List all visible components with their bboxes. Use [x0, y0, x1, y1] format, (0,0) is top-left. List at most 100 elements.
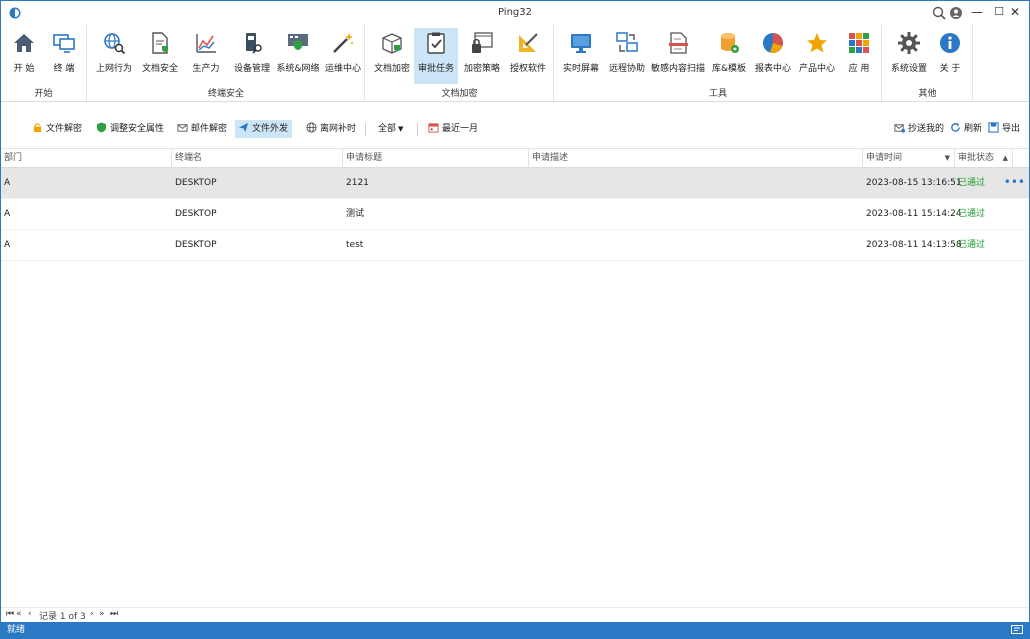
user-shield-icon[interactable]: [948, 5, 964, 21]
gear-icon: [898, 32, 920, 54]
send-icon: [238, 122, 249, 133]
export-button[interactable]: 导出: [985, 120, 1024, 138]
last-page-button[interactable]: ⏭: [110, 609, 118, 619]
ribbon-remote-assist-button[interactable]: 远程协助: [605, 28, 649, 84]
web-behavior-icon: [104, 33, 126, 55]
ribbon-report-center-button[interactable]: 报表中心: [751, 28, 795, 84]
search-icon[interactable]: [931, 5, 947, 21]
prev-page-group-button[interactable]: «: [16, 609, 22, 619]
authorized-software-icon: [519, 33, 538, 52]
device-management-icon: [246, 33, 262, 54]
ribbon-group-endpoint-security: 上网行为 文档安全 生产力 设备管理 系统&网络 运维中心 终端安全: [88, 25, 365, 102]
first-page-button[interactable]: ⏮: [6, 609, 14, 619]
ribbon-home-button[interactable]: 开 始: [3, 28, 45, 84]
column-header-department[interactable]: 部门: [1, 149, 172, 168]
ribbon-group-label: 工具: [708, 89, 727, 99]
next-page-button[interactable]: ›: [90, 609, 94, 619]
close-button[interactable]: ✕: [1001, 1, 1029, 25]
status-filter-dropdown[interactable]: 全部 ▼: [375, 120, 407, 138]
refresh-icon: [951, 122, 960, 132]
ribbon-system-settings-button[interactable]: 系统设置: [887, 28, 931, 84]
ribbon-document-security-button[interactable]: 文档安全: [138, 28, 182, 84]
prev-page-button[interactable]: ‹: [28, 609, 32, 619]
star-icon: [807, 33, 827, 53]
productivity-chart-icon: [196, 34, 216, 53]
cc-icon: [894, 124, 905, 133]
mail-icon: [177, 124, 188, 132]
ribbon-web-behavior-button[interactable]: 上网行为: [92, 28, 136, 84]
action-toolbar: 文件解密 调整安全属性 邮件解密 文件外发 离网补时 全部 ▼ 最近一月 抄送我的…: [1, 117, 1029, 141]
column-header-status[interactable]: 审批状态 ▲: [955, 149, 1013, 168]
ribbon-approval-task-button[interactable]: 审批任务: [414, 28, 458, 84]
ribbon-library-template-button[interactable]: 库&模板: [707, 28, 751, 84]
ribbon-sensitive-scan-button[interactable]: 敏感内容扫描: [651, 28, 705, 84]
ribbon-group-label: 其他: [918, 89, 937, 99]
app-window: Ping32 — ☐ ✕ 开 始 终 端 开始 上网行为 文档安全 生产力 设备…: [0, 0, 1030, 639]
calendar-icon: [428, 123, 439, 133]
window-title: Ping32: [498, 7, 532, 18]
ribbon-terminal-button[interactable]: 终 端: [43, 28, 85, 84]
cc-to-me-button[interactable]: 抄送我的: [891, 120, 948, 138]
document-security-icon: [152, 32, 168, 54]
info-icon: [940, 33, 960, 53]
file-decrypt-button[interactable]: 文件解密: [29, 120, 86, 138]
ribbon-device-management-button[interactable]: 设备管理: [230, 28, 274, 84]
offline-extension-button[interactable]: 离网补时: [303, 120, 360, 138]
database-icon: [721, 33, 739, 53]
shield-icon: [96, 122, 107, 133]
ribbon-about-button[interactable]: 关 于: [929, 28, 971, 84]
ribbon-product-center-button[interactable]: 产品中心: [795, 28, 839, 84]
chevron-down-icon: ▼: [398, 125, 404, 133]
next-page-group-button[interactable]: »: [99, 609, 105, 619]
export-icon: [988, 122, 999, 133]
toolbar-divider: [417, 123, 418, 136]
terminal-icon: [53, 34, 75, 53]
ribbon-realtime-screen-button[interactable]: 实时屏幕: [559, 28, 603, 84]
message-icon[interactable]: [1011, 625, 1023, 635]
status-badge: 已通过: [958, 178, 986, 188]
table-row[interactable]: A DESKTOP 测试 2023-08-11 15:14:24 已通过: [1, 199, 1029, 230]
lock-icon: [33, 123, 42, 133]
ribbon-apps-button[interactable]: 应 用: [837, 28, 881, 84]
ribbon-encrypt-policy-button[interactable]: 加密策略: [460, 28, 504, 84]
refresh-button[interactable]: 刷新: [947, 120, 986, 138]
ribbon-ops-center-button[interactable]: 运维中心: [321, 28, 365, 84]
ribbon: 开 始 终 端 开始 上网行为 文档安全 生产力 设备管理 系统&网络 运维中心…: [1, 25, 1029, 102]
adjust-security-button[interactable]: 调整安全属性: [93, 120, 168, 138]
ribbon-authorized-software-button[interactable]: 授权软件: [506, 28, 550, 84]
table-row[interactable]: A DESKTOP 2121 2023-08-15 13:16:51 已通过 •…: [1, 168, 1029, 199]
column-header-title[interactable]: 申请标题: [343, 149, 529, 168]
date-range-button[interactable]: 最近一月: [425, 120, 482, 138]
table-row[interactable]: A DESKTOP test 2023-08-11 14:13:58 已通过: [1, 230, 1029, 261]
ribbon-system-network-button[interactable]: 系统&网络: [274, 28, 322, 84]
sort-asc-icon: ▲: [1002, 154, 1008, 162]
file-outgoing-button[interactable]: 文件外发: [235, 120, 293, 138]
status-badge: 已通过: [958, 240, 986, 250]
monitor-icon: [571, 34, 591, 53]
column-header-description[interactable]: 申请描述: [529, 149, 863, 168]
globe-icon: [306, 122, 317, 133]
ribbon-group-tools: 实时屏幕 远程协助 敏感内容扫描 库&模板 报表中心 产品中心 应 用 工具: [555, 25, 882, 102]
ribbon-document-encrypt-button[interactable]: 文档加密: [370, 28, 414, 84]
ribbon-group-label: 文档加密: [441, 89, 478, 99]
approval-task-icon: [427, 32, 445, 54]
status-bar: 就绪: [1, 622, 1029, 639]
document-encrypt-icon: [382, 33, 402, 54]
remote-assist-icon: [616, 32, 638, 52]
ribbon-productivity-button[interactable]: 生产力: [184, 28, 228, 84]
ribbon-group-label: 终端安全: [207, 89, 244, 99]
row-more-icon[interactable]: •••: [1004, 168, 1025, 196]
system-network-icon: [288, 34, 308, 50]
ribbon-group-document-encryption: 文档加密 审批任务 加密策略 授权软件 文档加密: [366, 25, 554, 102]
column-header-time[interactable]: 申请时间 ▼: [863, 149, 955, 168]
mail-decrypt-button[interactable]: 邮件解密: [174, 120, 231, 138]
approval-table: 部门 终端名 申请标题 申请描述 申请时间 ▼ 审批状态 ▲ A DESKTOP 2…: [1, 148, 1029, 261]
home-icon: [14, 34, 34, 52]
ribbon-group-other: 系统设置 关 于 其他: [883, 25, 973, 102]
magic-wand-icon: [333, 33, 353, 53]
sort-desc-icon: ▼: [944, 154, 950, 162]
column-header-terminal[interactable]: 终端名: [172, 149, 343, 168]
sensitive-scan-icon: [669, 32, 688, 54]
table-header: 部门 终端名 申请标题 申请描述 申请时间 ▼ 审批状态 ▲: [1, 148, 1029, 168]
ribbon-group-label: 开始: [34, 89, 53, 99]
